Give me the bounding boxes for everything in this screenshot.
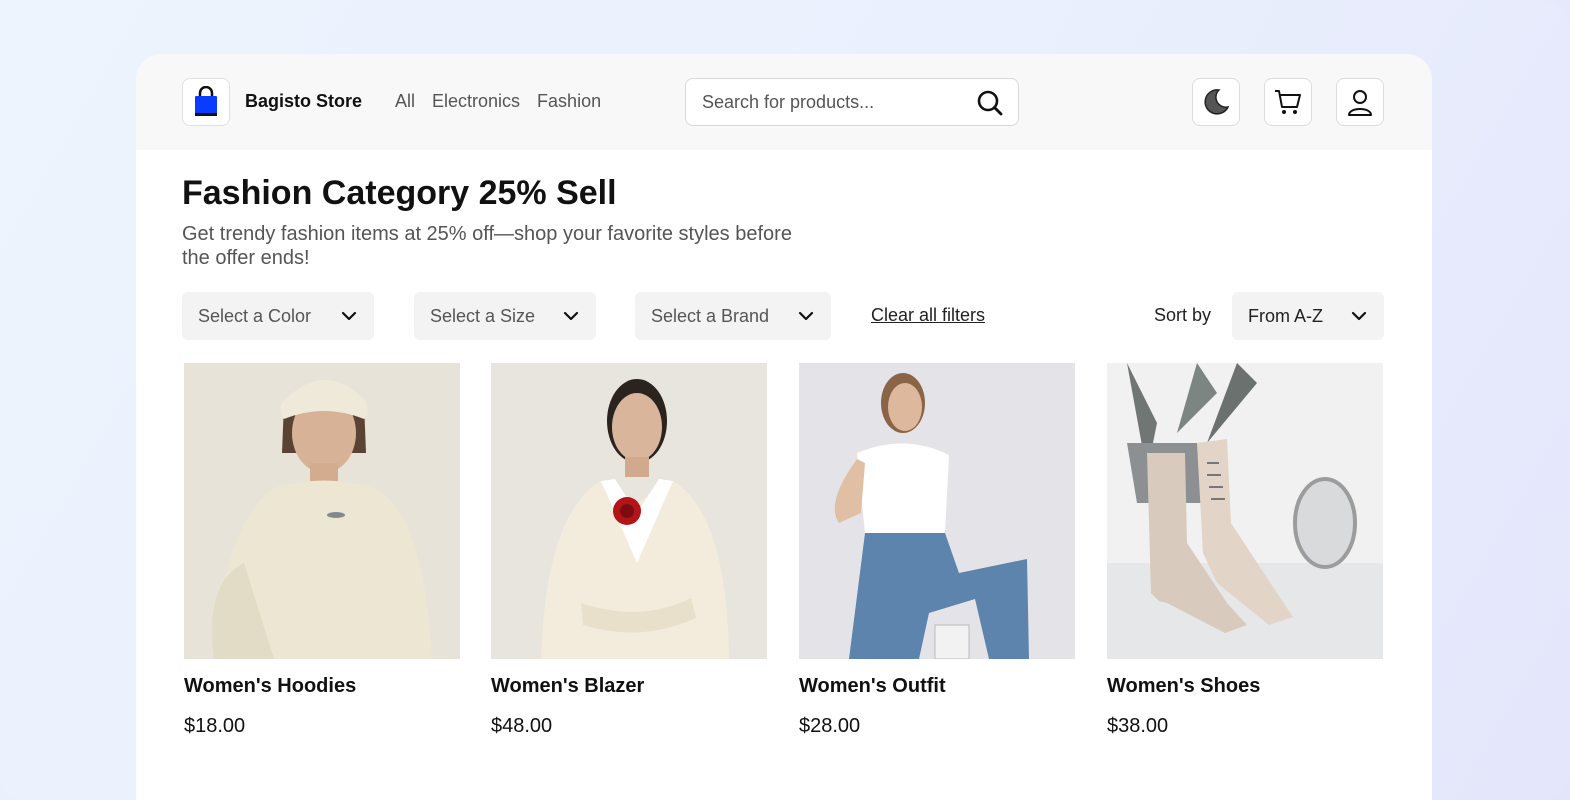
main-nav: All Electronics Fashion <box>395 91 601 112</box>
product-price: $48.00 <box>491 715 553 737</box>
search-icon[interactable] <box>976 89 1004 117</box>
page-subtitle: Get trendy fashion items at 25% off—shop… <box>182 223 792 269</box>
blazer-model-image <box>491 363 767 659</box>
size-select-label: Select a Size <box>430 305 536 326</box>
chevron-down-icon <box>1351 311 1367 321</box>
product-price: $38.00 <box>1107 715 1169 737</box>
shopping-bag-icon <box>195 86 217 116</box>
sort-select[interactable]: From A-Z <box>1232 292 1384 340</box>
theme-toggle-button[interactable] <box>1192 78 1240 126</box>
clear-filters-link[interactable]: Clear all filters <box>871 305 985 326</box>
product-image[interactable] <box>799 363 1075 659</box>
product-image[interactable] <box>491 363 767 659</box>
cart-icon <box>1275 90 1301 114</box>
size-select[interactable]: Select a Size <box>414 292 596 340</box>
outfit-model-image <box>799 363 1075 659</box>
nav-fashion[interactable]: Fashion <box>537 91 601 112</box>
product-name[interactable]: Women's Blazer <box>491 675 644 698</box>
moon-icon <box>1204 89 1230 115</box>
product-card[interactable]: Women's Hoodies $18.00 <box>184 363 460 737</box>
brand-select[interactable]: Select a Brand <box>635 292 831 340</box>
product-name[interactable]: Women's Outfit <box>799 675 946 698</box>
header: Bagisto Store All Electronics Fashion Se… <box>136 54 1432 150</box>
brand-select-label: Select a Brand <box>651 305 770 326</box>
product-card[interactable]: Women's Outfit $28.00 <box>799 363 1075 737</box>
shoes-image <box>1107 363 1383 659</box>
nav-electronics[interactable]: Electronics <box>432 91 520 112</box>
product-price: $18.00 <box>184 715 246 737</box>
store-logo[interactable] <box>182 78 230 126</box>
color-select-label: Select a Color <box>198 305 312 326</box>
account-button[interactable] <box>1336 78 1384 126</box>
product-name[interactable]: Women's Shoes <box>1107 675 1260 698</box>
sort-select-value: From A-Z <box>1248 305 1323 326</box>
nav-all[interactable]: All <box>395 91 415 112</box>
product-card[interactable]: Women's Blazer $48.00 <box>491 363 767 737</box>
chevron-down-icon <box>798 311 814 321</box>
search-input[interactable]: Search for products... <box>685 78 1019 126</box>
chevron-down-icon <box>341 311 357 321</box>
product-name[interactable]: Women's Hoodies <box>184 675 356 698</box>
sort-by-label: Sort by <box>1154 305 1212 325</box>
search-placeholder: Search for products... <box>702 92 875 112</box>
page-title: Fashion Category 25% Sell <box>182 174 617 212</box>
product-image[interactable] <box>1107 363 1383 659</box>
product-image[interactable] <box>184 363 460 659</box>
product-card[interactable]: Women's Shoes $38.00 <box>1107 363 1383 737</box>
store-name[interactable]: Bagisto Store <box>245 91 362 112</box>
hoodie-model-image <box>184 363 460 659</box>
user-icon <box>1348 90 1372 116</box>
product-price: $28.00 <box>799 715 861 737</box>
cart-button[interactable] <box>1264 78 1312 126</box>
chevron-down-icon <box>563 311 579 321</box>
color-select[interactable]: Select a Color <box>182 292 374 340</box>
store-window: Bagisto Store All Electronics Fashion Se… <box>136 54 1432 800</box>
